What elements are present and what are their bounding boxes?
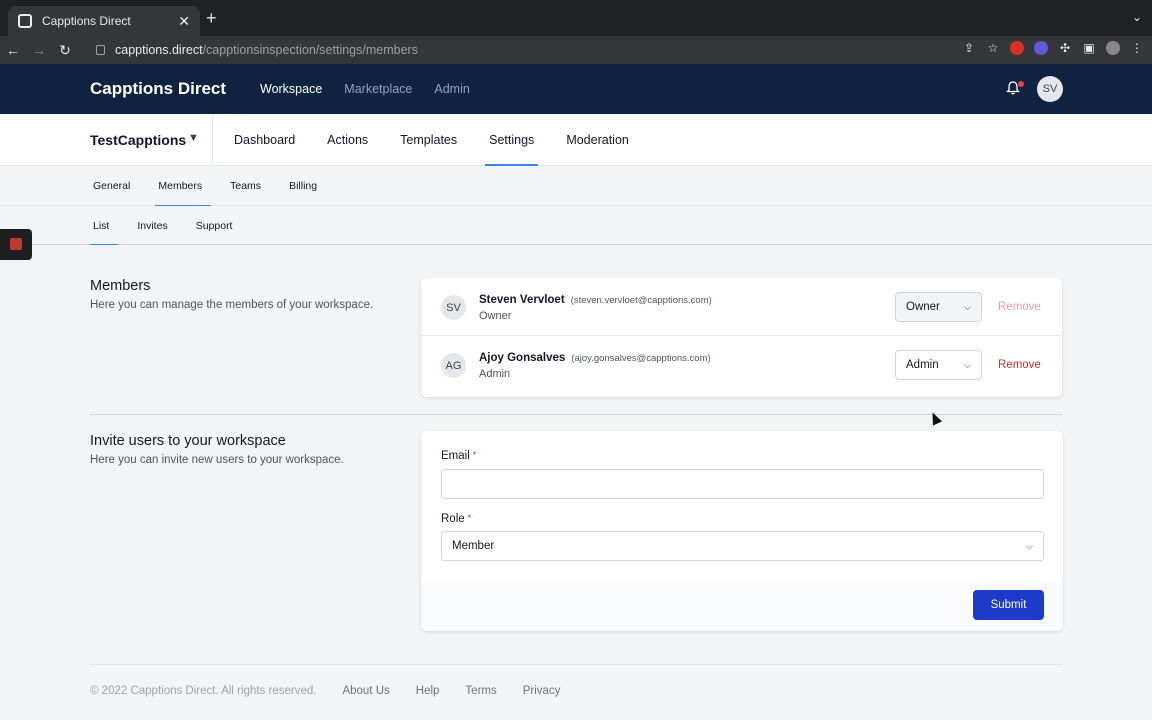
new-tab-icon[interactable]: + — [206, 8, 217, 29]
divider — [212, 114, 213, 166]
tab-billing[interactable]: Billing — [286, 166, 330, 206]
member-row: SV Steven Vervloet (steven.vervloet@cappt… — [421, 278, 1061, 336]
tab-support[interactable]: Support — [193, 206, 246, 245]
member-role-label: Admin — [479, 368, 511, 380]
tab-settings[interactable]: Settings — [473, 114, 550, 166]
members-description: Here you can manage the members of your … — [90, 299, 374, 311]
extension-blue-icon[interactable] — [1034, 41, 1048, 55]
role-label: Role * — [441, 513, 472, 525]
footer-link-terms[interactable]: Terms — [465, 685, 496, 697]
address-bar[interactable]: capptions.direct /capptionsinspection/se… — [88, 38, 938, 62]
member-email: (steven.vervloet@capptions.com) — [570, 295, 712, 306]
forward-icon[interactable]: → — [26, 42, 52, 58]
puzzle-icon[interactable]: ✣ — [1058, 41, 1072, 55]
invite-title: Invite users to your workspace — [90, 433, 286, 449]
role-dropdown[interactable]: Member ⌵ — [441, 531, 1044, 561]
member-name: Steven Vervloet (steven.vervloet@capption… — [479, 294, 712, 306]
nav-marketplace[interactable]: Marketplace — [344, 82, 412, 96]
tab-general[interactable]: General — [90, 166, 143, 206]
chevron-down-icon: ⌵ — [1026, 540, 1033, 551]
workspace-tabs: Dashboard Actions Templates Settings Mod… — [218, 114, 645, 166]
menu-icon[interactable]: ⋮ — [1130, 41, 1144, 55]
section-divider — [90, 414, 1062, 415]
role-select[interactable]: Owner ⌵ — [895, 292, 982, 322]
tab-moderation[interactable]: Moderation — [550, 114, 645, 166]
copyright: © 2022 Capptions Direct. All rights rese… — [90, 685, 317, 697]
footer-link-help[interactable]: Help — [416, 685, 440, 697]
back-icon[interactable]: ← — [0, 42, 26, 58]
tab-dashboard[interactable]: Dashboard — [218, 114, 311, 166]
avatar: AG — [441, 353, 466, 378]
tab-invites[interactable]: Invites — [134, 206, 180, 245]
members-tabs: List Invites Support — [0, 206, 1152, 245]
member-role-label: Owner — [479, 310, 512, 322]
workspace-selector[interactable]: TestCapptions — [90, 132, 186, 148]
notification-dot — [1018, 81, 1024, 87]
submit-button[interactable]: Submit — [973, 590, 1044, 620]
chevron-down-icon: ⌵ — [964, 301, 971, 312]
star-icon[interactable]: ☆ — [986, 41, 1000, 55]
app-header: Capptions Direct Workspace Marketplace A… — [0, 64, 1152, 114]
lock-icon — [96, 45, 105, 55]
member-name: Ajoy Gonsalves (ajoy.gonsalves@capptions.… — [479, 352, 711, 364]
footer-link-privacy[interactable]: Privacy — [523, 685, 561, 697]
email-label: Email * — [441, 450, 477, 462]
browser-toolbar: ← → ↻ capptions.direct /capptionsinspect… — [0, 36, 1152, 64]
member-row: AG Ajoy Gonsalves (ajoy.gonsalves@capptio… — [421, 336, 1061, 394]
invite-description: Here you can invite new users to your wo… — [90, 454, 344, 466]
footer-link-about[interactable]: About Us — [342, 685, 389, 697]
tab-list[interactable]: List — [90, 206, 122, 245]
tab-templates[interactable]: Templates — [384, 114, 473, 166]
members-title: Members — [90, 278, 151, 294]
browser-tab[interactable]: Capptions Direct ✕ — [8, 6, 200, 36]
close-icon[interactable]: ✕ — [178, 13, 190, 30]
favicon-icon — [18, 14, 32, 28]
tab-actions[interactable]: Actions — [311, 114, 384, 166]
sidebar-icon[interactable]: ▣ — [1082, 41, 1096, 55]
browser-tab-bar: Capptions Direct ✕ + ⌄ — [0, 0, 1152, 36]
tab-members[interactable]: Members — [155, 166, 215, 206]
settings-tabs: General Members Teams Billing — [0, 166, 1152, 206]
stop-icon — [10, 238, 22, 250]
chevron-down-icon: ⌵ — [964, 359, 971, 370]
role-select[interactable]: Admin ⌵ — [895, 350, 982, 380]
url-host: capptions.direct — [115, 43, 203, 57]
required-mark: * — [467, 513, 472, 523]
browser-tab-title: Capptions Direct — [42, 14, 131, 28]
workspace-bar: TestCapptions ▼ Dashboard Actions Templa… — [0, 114, 1152, 166]
chevron-down-icon[interactable]: ⌄ — [1132, 10, 1142, 24]
share-icon[interactable]: ⇪ — [962, 41, 976, 55]
invite-card: Email * Role * Member ⌵ Submit — [421, 431, 1063, 631]
reload-icon[interactable]: ↻ — [52, 42, 78, 59]
remove-button[interactable]: Remove — [998, 359, 1041, 371]
extension-red-icon[interactable] — [1010, 41, 1024, 55]
remove-button[interactable]: Remove — [998, 301, 1041, 313]
avatar: SV — [441, 295, 466, 320]
card-footer: Submit — [421, 583, 1063, 631]
email-field[interactable] — [441, 469, 1044, 499]
chevron-down-icon[interactable]: ▼ — [188, 132, 199, 144]
top-nav: Workspace Marketplace Admin — [260, 82, 492, 96]
members-card: SV Steven Vervloet (steven.vervloet@cappt… — [421, 278, 1062, 397]
url-path: /capptionsinspection/settings/members — [202, 43, 418, 57]
nav-admin[interactable]: Admin — [434, 82, 469, 96]
member-email: (ajoy.gonsalves@capptions.com) — [571, 353, 711, 364]
profile-icon[interactable] — [1106, 41, 1120, 55]
recording-widget[interactable] — [0, 229, 32, 260]
user-avatar[interactable]: SV — [1037, 76, 1063, 102]
required-mark: * — [472, 450, 477, 460]
mouse-cursor-icon — [927, 410, 943, 426]
nav-workspace[interactable]: Workspace — [260, 82, 322, 96]
footer: © 2022 Capptions Direct. All rights rese… — [90, 685, 586, 697]
footer-divider — [90, 664, 1062, 665]
tab-teams[interactable]: Teams — [227, 166, 274, 206]
brand-logo[interactable]: Capptions Direct — [90, 79, 226, 99]
